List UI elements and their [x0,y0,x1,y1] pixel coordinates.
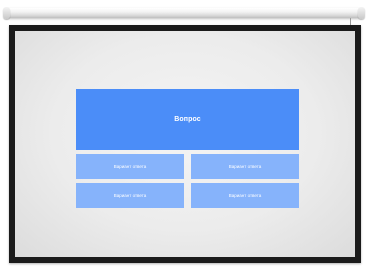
question-text: Вопрос [174,116,201,123]
answer-option-label: Вариант ответа [228,193,262,198]
roller-end-cap-right [358,7,365,19]
projection-screen-frame: Вопрос Вариант ответа Вариант ответа Вар… [9,25,361,263]
roller-end-cap-left [3,7,10,19]
projector-screen-scene: Вопрос Вариант ответа Вариант ответа Вар… [0,0,368,269]
answer-option-label: Вариант ответа [228,164,262,169]
answer-option-4[interactable]: Вариант ответа [191,183,299,208]
answer-option-1[interactable]: Вариант ответа [76,154,184,179]
screen-roller-housing [5,8,363,18]
answer-option-3[interactable]: Вариант ответа [76,183,184,208]
projection-surface: Вопрос Вариант ответа Вариант ответа Вар… [15,31,355,257]
question-card: Вопрос [76,89,299,150]
answer-option-2[interactable]: Вариант ответа [191,154,299,179]
answer-option-label: Вариант ответа [113,164,147,169]
answer-option-label: Вариант ответа [113,193,147,198]
